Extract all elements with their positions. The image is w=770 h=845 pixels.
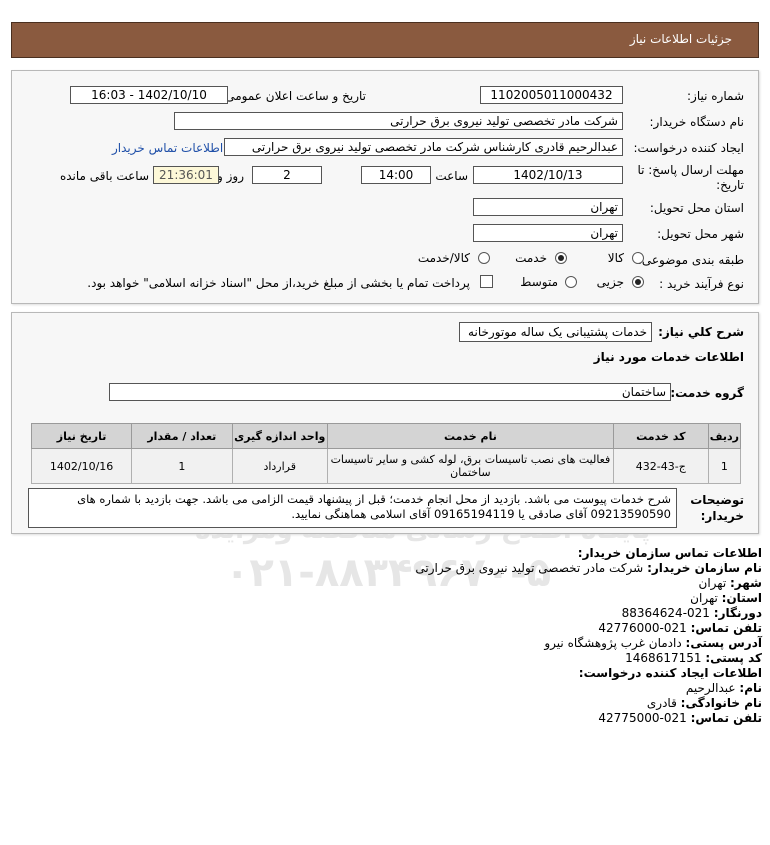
services-table: ردیف کد خدمت نام خدمت واحد اندازه گیری ت… <box>30 423 742 484</box>
buyer-city-line: شهر: تهران <box>699 576 762 590</box>
buyer-fax-label: دورنگار: <box>713 606 762 620</box>
buyer-phone-value: 021-42776000 <box>598 621 687 635</box>
creator-name-label: نام: <box>739 681 762 695</box>
need-number-label: شماره نیاز: <box>687 89 744 103</box>
category-radio-goods-service[interactable] <box>478 252 490 264</box>
category-option-goods: کالا <box>607 251 624 265</box>
buyer-org-value: شرکت مادر تخصصی تولید نیروی برق حرارتی <box>415 561 644 575</box>
buyer-address-value: دادمان غرب پژوهشگاه نیرو <box>544 636 682 650</box>
buyer-phone-line: تلفن تماس: 021-42776000 <box>598 621 762 635</box>
buyer-postal-value: 1468617151 <box>625 651 702 665</box>
buyer-phone-label: تلفن تماس: <box>690 621 762 635</box>
treasury-payment-checkbox[interactable] <box>480 275 493 288</box>
announce-field: 1402/10/10 - 16:03 <box>70 86 228 104</box>
creator-family-label: نام خانوادگی: <box>680 696 762 710</box>
buyer-notes-label: توضیحات <box>690 493 744 507</box>
city-label: شهر محل تحویل: <box>657 227 744 241</box>
process-label: نوع فرآیند خرید : <box>659 277 744 291</box>
deadline-date-field: 1402/10/13 <box>473 166 623 184</box>
need-info-panel: شماره نیاز: 1102005011000432 تاریخ و ساع… <box>11 70 759 304</box>
buyer-org-line: نام سازمان خریدار: شرکت مادر تخصصی تولید… <box>415 561 762 575</box>
buyer-contact-heading: اطلاعات تماس سازمان خریدار: <box>577 546 762 560</box>
buyer-notes-label-2: خریدار: <box>700 509 744 523</box>
buyer-field: شرکت مادر تخصصی تولید نیروی برق حرارتی <box>174 112 623 130</box>
category-label: طبقه بندی موضوعی: <box>637 253 744 267</box>
creator-family-value: قادری <box>646 696 677 710</box>
creator-label: ایجاد کننده درخواست: <box>633 141 744 155</box>
creator-name-value: عبدالرحیم <box>685 681 736 695</box>
deadline-time-field: 14:00 <box>361 166 431 184</box>
days-field: 2 <box>252 166 322 184</box>
remaining-label: ساعت باقی مانده <box>59 169 149 183</box>
service-group-label: گروه خدمت: <box>670 386 744 400</box>
col-name-header: نام خدمت <box>326 423 614 449</box>
process-radio-minor[interactable] <box>632 276 644 288</box>
deadline-label: مهلت ارسال پاسخ: تا <box>637 163 744 177</box>
services-heading: اطلاعات خدمات مورد نیاز <box>593 350 744 364</box>
announce-label: تاریخ و ساعت اعلان عمومی: <box>221 89 366 103</box>
process-radio-medium[interactable] <box>565 276 577 288</box>
buyer-province-line: استان: تهران <box>690 591 762 605</box>
category-option-goods-service: کالا/خدمت <box>417 251 470 265</box>
general-description-label: شرح کلي نياز: <box>658 325 744 339</box>
cell-code: ج-43-432 <box>612 448 709 484</box>
deadline-date-label: تاریخ: <box>716 178 744 192</box>
cell-name: فعالیت های نصب تاسیسات برق، لوله کشی و س… <box>326 448 614 484</box>
deadline-time-label: ساعت <box>435 169 468 183</box>
days-label: روز و <box>217 169 244 183</box>
creator-phone-value: 021-42775000 <box>598 711 687 725</box>
province-field: تهران <box>473 198 623 216</box>
cell-unit: قرارداد <box>231 448 328 484</box>
table-row: 1 ج-43-432 فعالیت های نصب تاسیسات برق، ل… <box>30 448 742 484</box>
col-unit-header: واحد اندازه گیری <box>231 423 328 449</box>
buyer-postal-line: کد پستی: 1468617151 <box>625 651 762 665</box>
buyer-org-label: نام سازمان خریدار: <box>647 561 762 575</box>
buyer-city-value: تهران <box>698 576 727 590</box>
creator-phone-line: تلفن تماس: 021-42775000 <box>598 711 762 725</box>
buyer-contact-link[interactable]: اطلاعات تماس خریدار <box>112 141 223 155</box>
buyer-city-label: شهر: <box>730 576 762 590</box>
buyer-address-label: آدرس پستی: <box>685 636 762 650</box>
cell-date: 1402/10/16 <box>30 448 133 484</box>
buyer-notes-field: شرح خدمات پیوست می باشد. بازدید از محل ا… <box>28 488 677 528</box>
category-radio-goods[interactable] <box>632 252 644 264</box>
col-row-header: ردیف <box>707 423 742 449</box>
page-title: جزئیات اطلاعات نیاز <box>629 32 732 46</box>
city-field: تهران <box>473 224 623 242</box>
buyer-address-line: آدرس پستی: دادمان غرب پژوهشگاه نیرو <box>544 636 762 650</box>
process-option-minor: جزیی <box>596 275 624 289</box>
buyer-province-value: تهران <box>690 591 718 605</box>
buyer-postal-label: کد پستی: <box>705 651 762 665</box>
buyer-fax-value: 021-88364624 <box>621 606 710 620</box>
col-quantity-header: تعداد / مقدار <box>131 423 233 449</box>
province-label: استان محل تحویل: <box>649 201 744 215</box>
cell-row: 1 <box>707 448 742 484</box>
creator-phone-label: تلفن تماس: <box>690 711 762 725</box>
col-code-header: کد خدمت <box>612 423 709 449</box>
process-option-medium: متوسط <box>520 275 558 289</box>
table-header-row: ردیف کد خدمت نام خدمت واحد اندازه گیری ت… <box>30 423 742 449</box>
service-group-field: ساختمان <box>109 383 671 401</box>
col-date-header: تاریخ نیاز <box>30 423 133 449</box>
category-option-service: خدمت <box>515 251 547 265</box>
remaining-time-field: 21:36:01 <box>153 166 219 184</box>
buyer-province-label: استان: <box>721 591 762 605</box>
description-panel: شرح کلي نياز: خدمات پشتیبانی یک ساله موت… <box>11 312 759 534</box>
creator-contact-heading: اطلاعات ایجاد کننده درخواست: <box>578 666 762 680</box>
creator-name-line: نام: عبدالرحیم <box>686 681 762 695</box>
creator-field: عبدالرحیم قادری کارشناس شرکت مادر تخصصی … <box>224 138 623 156</box>
general-description-field: خدمات پشتیبانی یک ساله موتورخانه <box>459 322 652 342</box>
buyer-fax-line: دورنگار: 021-88364624 <box>622 606 762 620</box>
need-number-field: 1102005011000432 <box>480 86 623 104</box>
buyer-label: نام دستگاه خریدار: <box>649 115 745 129</box>
category-radio-service[interactable] <box>555 252 567 264</box>
treasury-payment-note: پرداخت تمام یا بخشی از مبلغ خرید،از محل … <box>87 276 470 290</box>
creator-family-line: نام خانوادگی: قادری <box>647 696 762 710</box>
cell-quantity: 1 <box>131 448 233 484</box>
page-header: جزئیات اطلاعات نیاز <box>11 22 759 58</box>
